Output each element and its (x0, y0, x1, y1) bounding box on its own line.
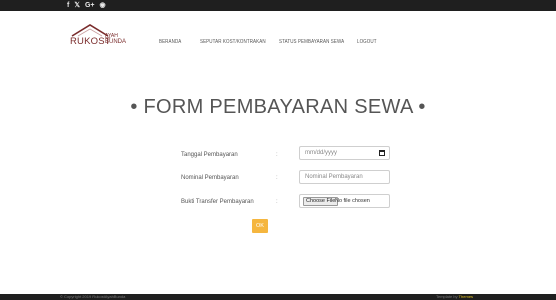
twitter-icon[interactable]: 𝕏 (74, 0, 80, 11)
submit-button[interactable]: OK (252, 219, 268, 233)
top-bar: f 𝕏 G+ ◉ (0, 0, 556, 11)
date-placeholder: mm/dd/yyyy (305, 150, 338, 156)
label-tanggal: Tanggal Pembayaran (181, 152, 238, 158)
footer-credit: Template by Themes (436, 294, 473, 300)
nav-status-pembayaran[interactable]: STATUS PEMBAYARAN SEWA (279, 39, 344, 45)
form-title-wrap: • FORM PEMBAYARAN SEWA • (0, 96, 556, 119)
footer-copyright: © Copyright 2019 RukostAyahBunda (60, 294, 126, 299)
social-links: f 𝕏 G+ ◉ (67, 0, 106, 11)
nominal-input[interactable]: Nominal Pembayaran (299, 170, 390, 184)
nav-logout[interactable]: LOGOUT (357, 39, 377, 45)
file-status: No file chosen (335, 198, 370, 204)
choose-file-button[interactable]: Choose File (303, 197, 339, 206)
page-title: • FORM PEMBAYARAN SEWA • (130, 96, 426, 118)
nav-seputar-kost[interactable]: SEPUTAR KOST/KONTRAKAN (200, 39, 266, 45)
nav-beranda[interactable]: BERANDA (159, 39, 181, 45)
file-input[interactable]: Choose File No file chosen (299, 194, 390, 208)
colon-bukti: : (276, 199, 278, 205)
google-plus-icon[interactable]: G+ (85, 0, 95, 11)
footer-credit-link[interactable]: Themes (459, 294, 473, 299)
facebook-icon[interactable]: f (67, 0, 69, 11)
footer: © Copyright 2019 RukostAyahBunda Templat… (0, 294, 556, 300)
brand-sub-bunda: BUNDA (105, 39, 127, 45)
instagram-icon[interactable]: ◉ (100, 0, 106, 11)
footer-credit-prefix: Template by (436, 294, 459, 299)
label-bukti: Bukti Transfer Pembayaran (181, 199, 254, 205)
brand-logo[interactable]: RUKOST AYAH BUNDA (70, 23, 126, 49)
label-nominal: Nominal Pembayaran (181, 175, 239, 181)
navbar: RUKOST AYAH BUNDA BERANDA SEPUTAR KOST/K… (0, 11, 556, 63)
date-input[interactable]: mm/dd/yyyy (299, 146, 390, 160)
roof-icon (71, 24, 109, 37)
colon-nominal: : (276, 175, 278, 181)
nominal-placeholder: Nominal Pembayaran (305, 174, 363, 180)
colon-tanggal: : (276, 152, 278, 158)
calendar-icon[interactable] (379, 150, 385, 156)
